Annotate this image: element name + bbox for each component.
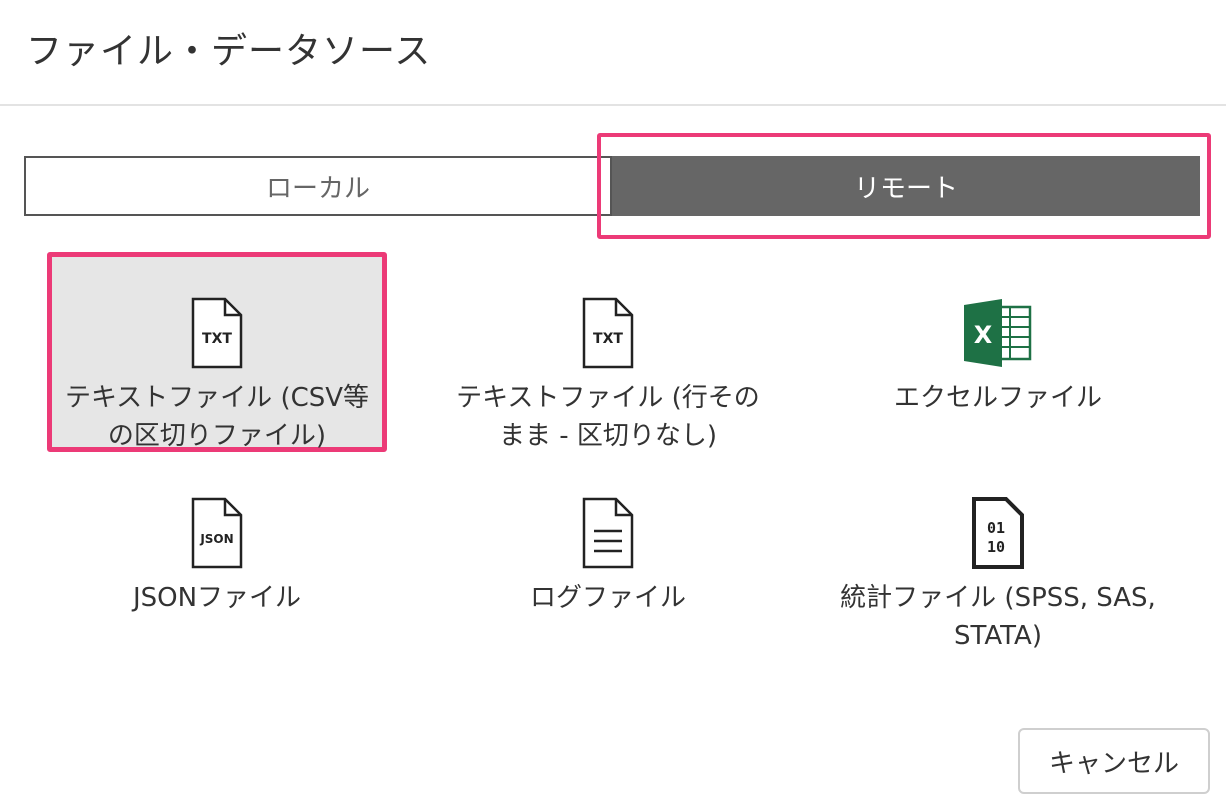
file-type-json[interactable]: JSON JSONファイル — [47, 457, 387, 657]
excel-icon-letter: X — [974, 321, 993, 349]
txt-file-icon: TXT — [191, 297, 243, 369]
remote-highlight-frame — [597, 133, 1211, 239]
dialog-title: ファイル・データソース — [26, 31, 432, 72]
binary-file-icon: 01 10 — [972, 497, 1024, 569]
binary-icon-row1: 01 — [987, 519, 1005, 537]
file-type-label: エクセルファイル — [893, 383, 1102, 413]
title-divider — [0, 104, 1226, 106]
file-type-label: テキストファイル (行そのまま - 区切りなし) — [456, 383, 760, 451]
excel-icon: X — [964, 299, 1032, 367]
cancel-button[interactable]: キャンセル — [1018, 728, 1210, 794]
json-file-icon: JSON — [191, 497, 243, 569]
file-type-label: JSONファイル — [132, 583, 302, 613]
txt-file-icon: TXT — [582, 297, 634, 369]
txt-icon-text: TXT — [593, 331, 623, 347]
binary-icon-row2: 10 — [987, 538, 1005, 556]
file-type-label: ログファイル — [529, 583, 686, 613]
file-type-text-delimited[interactable]: TXT テキストファイル (CSV等の区切りファイル) — [47, 252, 387, 452]
file-type-label: テキストファイル (CSV等の区切りファイル) — [64, 383, 370, 451]
file-type-log[interactable]: ログファイル — [438, 457, 778, 657]
file-type-label: 統計ファイル (SPSS, SAS, STATA) — [840, 583, 1156, 651]
log-file-icon — [582, 497, 634, 569]
local-toggle-button[interactable]: ローカル — [24, 156, 612, 216]
file-type-text-raw[interactable]: TXT テキストファイル (行そのまま - 区切りなし) — [438, 257, 778, 457]
file-type-excel[interactable]: X エクセルファイル — [828, 257, 1168, 457]
file-type-statistics[interactable]: 01 10 統計ファイル (SPSS, SAS, STATA) — [828, 457, 1168, 657]
txt-icon-text: TXT — [202, 331, 232, 347]
json-icon-text: JSON — [199, 532, 233, 546]
